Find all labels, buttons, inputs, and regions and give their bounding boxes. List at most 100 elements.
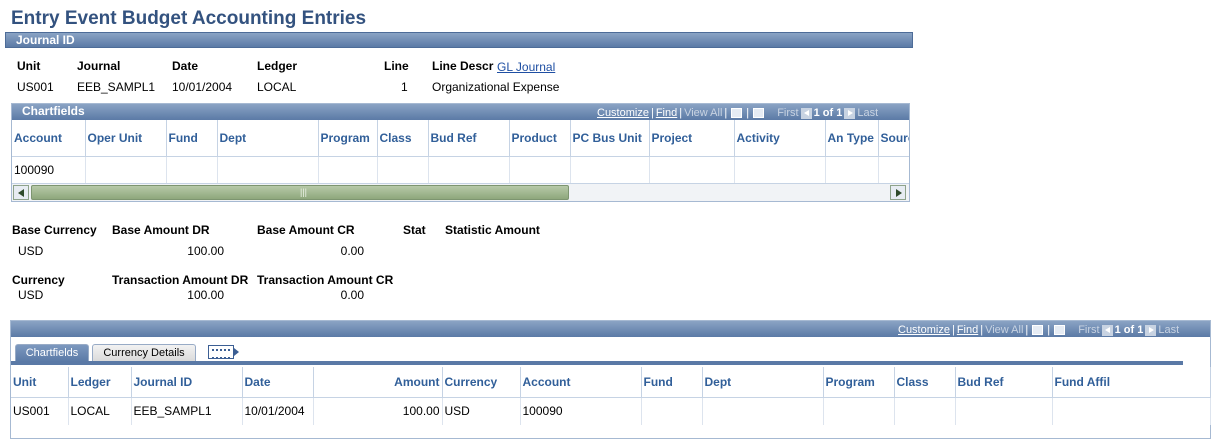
next-arrow-icon[interactable] <box>844 107 856 119</box>
base-amount-cr-label: Base Amount CR <box>257 223 355 237</box>
col-header-class[interactable]: Class <box>377 120 429 157</box>
unit-value: US001 <box>17 80 54 94</box>
chartfields-scrollbar[interactable]: ||| <box>12 183 909 201</box>
transaction-amount-dr-label: Transaction Amount DR <box>112 273 249 287</box>
cell-ledger: LOCAL <box>68 397 132 425</box>
row-count: 1 of 1 <box>1114 324 1144 336</box>
first-link[interactable]: First <box>1078 324 1099 336</box>
row-count: 1 of 1 <box>813 107 843 119</box>
journal-value: EEB_SAMPL1 <box>77 80 156 94</box>
base-amount-cr-value: 0.00 <box>340 244 364 258</box>
col-header-class[interactable]: Class <box>894 367 956 398</box>
gl-journal-link[interactable]: GL Journal <box>497 60 555 74</box>
col-header-bud-ref[interactable]: Bud Ref <box>955 367 1053 398</box>
cell-program <box>318 156 378 184</box>
last-link[interactable]: Last <box>1158 324 1179 336</box>
download-icon[interactable] <box>1054 325 1066 336</box>
cell-fund <box>166 156 218 184</box>
date-label: Date <box>172 59 199 73</box>
view-all-link[interactable]: View All <box>684 107 722 119</box>
cell-activity <box>734 156 826 184</box>
scroll-left-icon[interactable] <box>13 185 29 200</box>
col-header-account[interactable]: Account <box>520 367 642 398</box>
col-header-pc-bus-unit[interactable]: PC Bus Unit <box>570 120 650 157</box>
col-header-fund[interactable]: Fund <box>166 120 218 157</box>
col-header-dept[interactable]: Dept <box>217 120 319 157</box>
col-header-bud-ref[interactable]: Bud Ref <box>428 120 510 157</box>
col-header-product[interactable]: Product <box>509 120 571 157</box>
col-header-oper-unit[interactable]: Oper Unit <box>85 120 167 157</box>
view-all-link[interactable]: View All <box>985 324 1023 336</box>
col-header-program[interactable]: Program <box>823 367 895 398</box>
col-header-ledger[interactable]: Ledger <box>68 367 132 398</box>
cell-unit: US001 <box>11 397 69 425</box>
chartfields-grid: Chartfields Customize | Find | View All | | Fi… <box>11 103 910 202</box>
col-header-account[interactable]: Account <box>12 120 86 157</box>
col-header-project[interactable]: Project <box>649 120 735 157</box>
line-descr-value: Organizational Expense <box>432 80 560 94</box>
scroll-thumb[interactable]: ||| <box>31 185 569 200</box>
transaction-amount-dr-value: 100.00 <box>187 288 224 302</box>
transaction-amount-cr-label: Transaction Amount CR <box>257 273 394 287</box>
zoom-icon[interactable] <box>731 108 743 119</box>
cell-fund-affil <box>1052 397 1211 425</box>
cell-oper-unit <box>85 156 167 184</box>
col-header-activity[interactable]: Activity <box>734 120 826 157</box>
col-header-program[interactable]: Program <box>318 120 378 157</box>
cell-class <box>377 156 429 184</box>
customize-link[interactable]: Customize <box>898 324 950 336</box>
table-row: 100090 <box>12 156 909 184</box>
find-link[interactable]: Find <box>957 324 978 336</box>
tab-underline <box>11 361 1183 365</box>
next-arrow-icon[interactable] <box>1145 324 1157 336</box>
page-title: Entry Event Budget Accounting Entries <box>11 8 367 29</box>
last-link[interactable]: Last <box>857 107 878 119</box>
chartfields-grid-viewport: Account Oper Unit Fund Dept Program Class Bud … <box>12 120 909 184</box>
entries-grid-nav: Customize | Find | View All | | First 1 of 1 Las… <box>898 324 1180 336</box>
col-header-dept[interactable]: Dept <box>702 367 824 398</box>
col-header-unit[interactable]: Unit <box>11 367 69 398</box>
prev-arrow-icon[interactable] <box>800 107 812 119</box>
cell-date: 10/01/2004 <box>242 397 314 425</box>
transaction-amount-cr-value: 0.00 <box>340 288 364 302</box>
col-header-journal-id[interactable]: Journal ID <box>131 367 243 398</box>
cell-amount: 100.00 <box>313 397 443 425</box>
download-icon[interactable] <box>753 108 765 119</box>
currency-label: Currency <box>12 273 65 287</box>
first-link[interactable]: First <box>777 107 798 119</box>
statistic-amount-label: Statistic Amount <box>445 223 540 237</box>
cell-class <box>894 397 956 425</box>
find-link[interactable]: Find <box>656 107 677 119</box>
chartfields-grid-header: Chartfields Customize | Find | View All | | Fi… <box>12 104 909 120</box>
chartfields-grid-title: Chartfields <box>22 104 85 118</box>
line-label: Line <box>384 59 409 73</box>
cell-dept <box>217 156 319 184</box>
col-header-date[interactable]: Date <box>242 367 314 398</box>
unit-label: Unit <box>17 59 41 73</box>
cell-currency: USD <box>442 397 521 425</box>
tab-chartfields[interactable]: Chartfields <box>15 344 89 362</box>
cell-account: 100090 <box>12 156 86 184</box>
chartfields-table: Account Oper Unit Fund Dept Program Class Bud … <box>12 120 909 184</box>
customize-link[interactable]: Customize <box>597 107 649 119</box>
zoom-icon[interactable] <box>1032 325 1044 336</box>
entries-table: Unit Ledger Journal ID Date Amount Currency Ac… <box>11 367 1211 425</box>
entries-grid: Customize | Find | View All | | First 1 of 1 Las… <box>10 320 1211 439</box>
scroll-right-icon[interactable] <box>890 185 906 200</box>
prev-arrow-icon[interactable] <box>1101 324 1113 336</box>
col-header-fund-affil[interactable]: Fund Affil <box>1052 367 1211 398</box>
cell-product <box>509 156 571 184</box>
col-header-source[interactable]: Source <box>878 120 909 157</box>
col-header-fund[interactable]: Fund <box>641 367 703 398</box>
cell-an-type <box>825 156 879 184</box>
col-header-an-type[interactable]: An Type <box>825 120 879 157</box>
cell-journal-id: EEB_SAMPL1 <box>131 397 243 425</box>
chartfields-grid-nav: Customize | Find | View All | | First 1 of 1 Las… <box>597 107 879 119</box>
tab-currency-details[interactable]: Currency Details <box>92 344 196 362</box>
col-header-currency[interactable]: Currency <box>442 367 521 398</box>
col-header-amount[interactable]: Amount <box>313 367 443 398</box>
cell-program <box>823 397 895 425</box>
show-all-columns-icon[interactable] <box>208 345 239 359</box>
cell-bud-ref <box>955 397 1053 425</box>
entries-grid-header: Customize | Find | View All | | First 1 of 1 Las… <box>11 321 1210 337</box>
